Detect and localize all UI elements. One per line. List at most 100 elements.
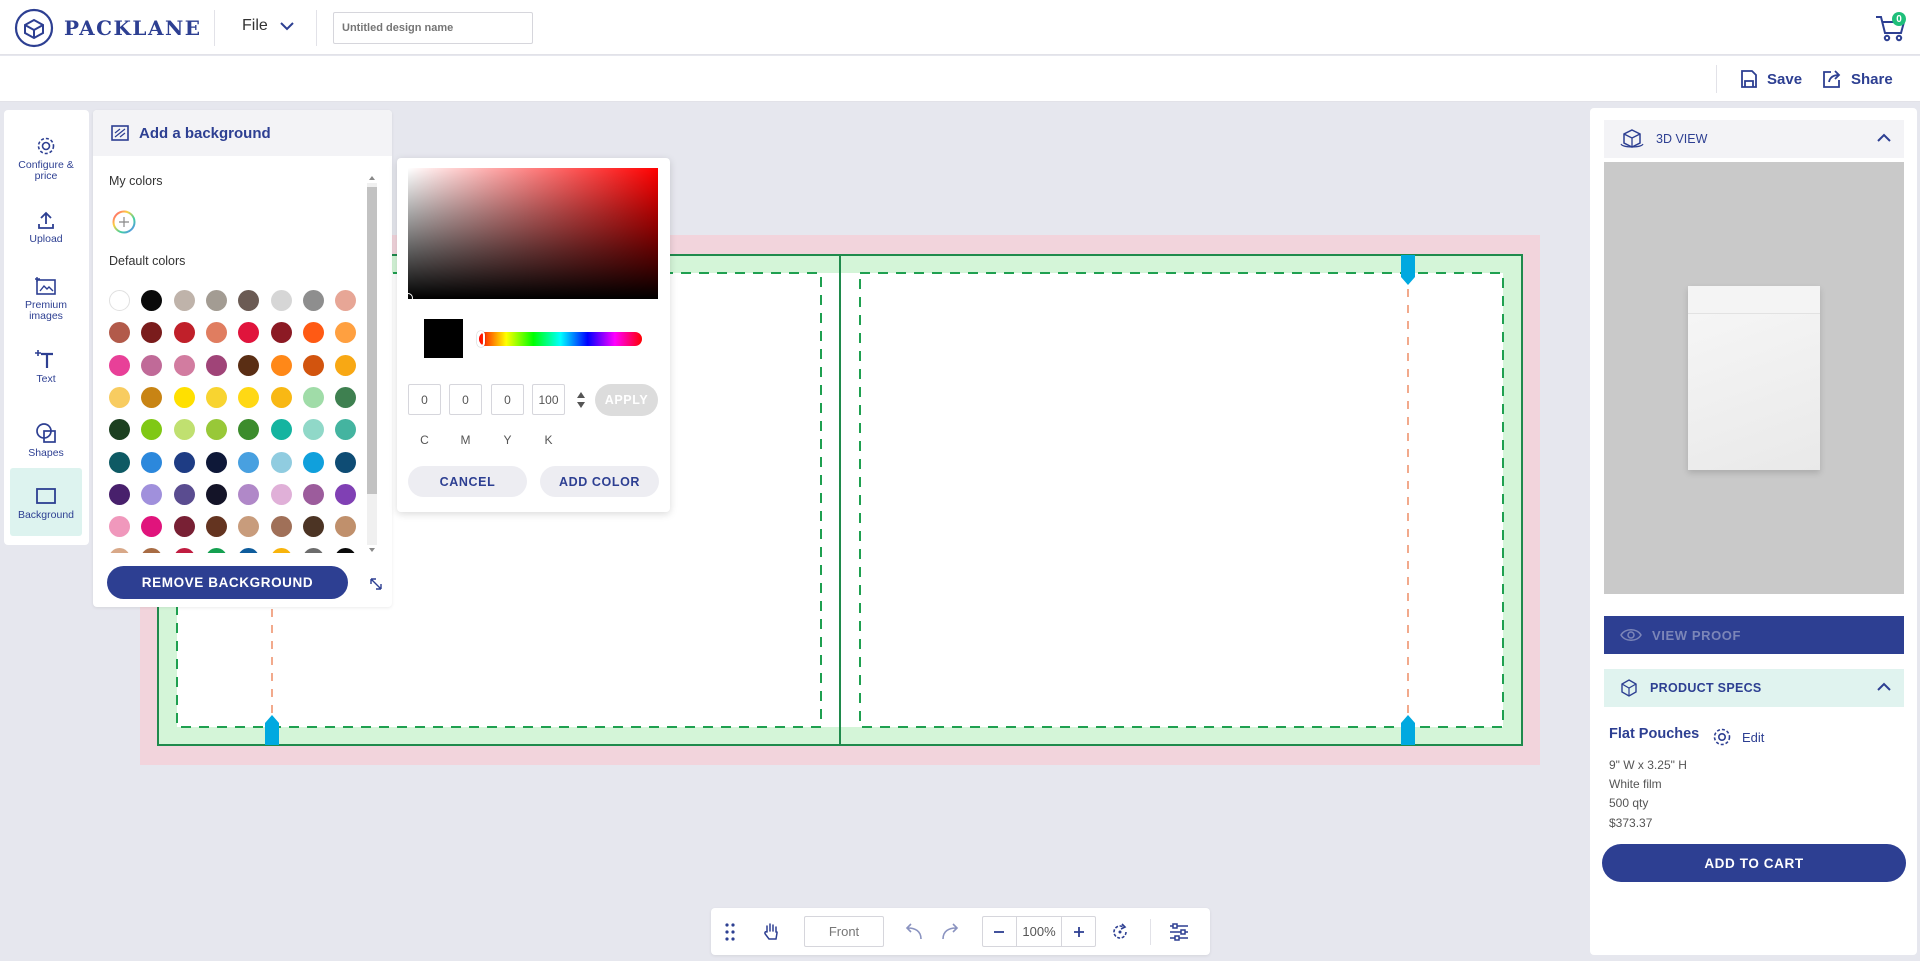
save-button[interactable]: Save: [1740, 69, 1802, 89]
tool-upload[interactable]: Upload: [10, 192, 82, 260]
color-swatch[interactable]: [238, 548, 260, 553]
color-swatch[interactable]: [302, 386, 324, 408]
saturation-value-handle[interactable]: [403, 293, 413, 303]
color-swatch[interactable]: [238, 354, 260, 376]
color-swatch[interactable]: [141, 354, 163, 376]
product-specs-header[interactable]: PRODUCT SPECS: [1604, 669, 1904, 707]
color-swatch[interactable]: [302, 354, 324, 376]
color-swatch[interactable]: [141, 386, 163, 408]
color-swatch[interactable]: [335, 516, 357, 538]
tool-premium-images[interactable]: Premium images: [10, 258, 82, 326]
3d-view-header[interactable]: 3D VIEW: [1604, 120, 1904, 158]
color-swatch[interactable]: [302, 516, 324, 538]
add-color-icon[interactable]: [112, 210, 136, 234]
chevron-up-icon[interactable]: [1876, 681, 1892, 693]
color-swatch[interactable]: [238, 419, 260, 441]
cyan-input[interactable]: [408, 384, 441, 415]
color-swatch[interactable]: [173, 322, 195, 344]
3d-preview[interactable]: [1604, 162, 1904, 594]
expand-icon[interactable]: [369, 577, 383, 591]
color-swatch[interactable]: [109, 419, 130, 441]
logo[interactable]: PACKLANE: [14, 8, 202, 48]
color-swatch[interactable]: [141, 451, 163, 473]
color-swatch[interactable]: [173, 451, 195, 473]
hue-slider-handle[interactable]: [477, 331, 485, 347]
tool-background[interactable]: Background: [10, 468, 82, 536]
scroll-down-icon[interactable]: [366, 545, 378, 555]
tool-shapes[interactable]: Shapes: [10, 404, 82, 472]
color-swatch[interactable]: [238, 451, 260, 473]
color-swatch[interactable]: [141, 290, 163, 311]
color-swatch[interactable]: [109, 290, 130, 311]
color-swatch[interactable]: [270, 516, 292, 538]
reset-view-icon[interactable]: [1107, 920, 1133, 944]
color-swatch[interactable]: [238, 516, 260, 538]
color-swatch[interactable]: [270, 386, 292, 408]
color-swatch[interactable]: [205, 451, 227, 473]
edit-product-link[interactable]: Edit: [1712, 727, 1764, 747]
color-swatch[interactable]: [335, 451, 357, 473]
color-swatch[interactable]: [109, 322, 130, 344]
color-swatch[interactable]: [109, 354, 130, 376]
add-color-button[interactable]: ADD COLOR: [540, 466, 659, 497]
color-swatch[interactable]: [335, 386, 357, 408]
color-swatch[interactable]: [205, 322, 227, 344]
zoom-out-icon[interactable]: [985, 920, 1013, 944]
scrollbar[interactable]: [366, 173, 378, 555]
color-swatch[interactable]: [205, 386, 227, 408]
color-swatch[interactable]: [205, 548, 227, 553]
color-swatch[interactable]: [173, 354, 195, 376]
color-swatch[interactable]: [109, 516, 130, 538]
color-swatch[interactable]: [141, 419, 163, 441]
color-swatch[interactable]: [141, 516, 163, 538]
stepper-icon[interactable]: [576, 391, 586, 409]
color-swatch[interactable]: [238, 322, 260, 344]
magenta-input[interactable]: [449, 384, 482, 415]
yellow-input[interactable]: [491, 384, 524, 415]
file-menu[interactable]: File: [242, 17, 294, 35]
color-swatch[interactable]: [270, 451, 292, 473]
drag-handle-icon[interactable]: [723, 920, 737, 944]
scroll-thumb[interactable]: [367, 187, 377, 494]
color-swatch[interactable]: [109, 386, 130, 408]
color-swatch[interactable]: [302, 483, 324, 505]
color-swatch[interactable]: [141, 548, 163, 553]
color-swatch[interactable]: [173, 483, 195, 505]
color-swatch[interactable]: [238, 290, 260, 311]
color-swatch[interactable]: [335, 290, 357, 311]
view-proof-button[interactable]: VIEW PROOF: [1604, 616, 1904, 654]
color-swatch[interactable]: [238, 386, 260, 408]
cancel-button[interactable]: CANCEL: [408, 466, 527, 497]
color-swatch[interactable]: [335, 548, 357, 553]
color-swatch[interactable]: [270, 322, 292, 344]
color-swatch[interactable]: [335, 419, 357, 441]
color-swatch[interactable]: [173, 516, 195, 538]
share-button[interactable]: Share: [1822, 69, 1893, 89]
color-swatch[interactable]: [205, 483, 227, 505]
color-swatch[interactable]: [173, 548, 195, 553]
color-swatch[interactable]: [302, 322, 324, 344]
undo-icon[interactable]: [902, 920, 926, 944]
color-swatch[interactable]: [205, 290, 227, 311]
color-swatch[interactable]: [270, 548, 292, 553]
color-swatch[interactable]: [109, 451, 130, 473]
apply-button[interactable]: APPLY: [595, 384, 658, 416]
scroll-up-icon[interactable]: [366, 173, 378, 183]
color-swatch[interactable]: [302, 290, 324, 311]
remove-background-button[interactable]: REMOVE BACKGROUND: [107, 566, 348, 599]
hue-slider[interactable]: [479, 332, 642, 346]
color-swatch[interactable]: [173, 386, 195, 408]
color-swatch[interactable]: [109, 548, 130, 553]
color-swatch[interactable]: [173, 419, 195, 441]
chevron-up-icon[interactable]: [1876, 132, 1892, 144]
color-swatch[interactable]: [302, 451, 324, 473]
black-input[interactable]: [532, 384, 565, 415]
color-swatch[interactable]: [205, 516, 227, 538]
color-swatch[interactable]: [270, 290, 292, 311]
tool-configure-price[interactable]: Configure & price: [10, 118, 82, 186]
color-swatch[interactable]: [238, 483, 260, 505]
color-swatch[interactable]: [141, 322, 163, 344]
saturation-value-area[interactable]: [408, 168, 658, 299]
color-swatch[interactable]: [205, 419, 227, 441]
color-swatch[interactable]: [270, 419, 292, 441]
